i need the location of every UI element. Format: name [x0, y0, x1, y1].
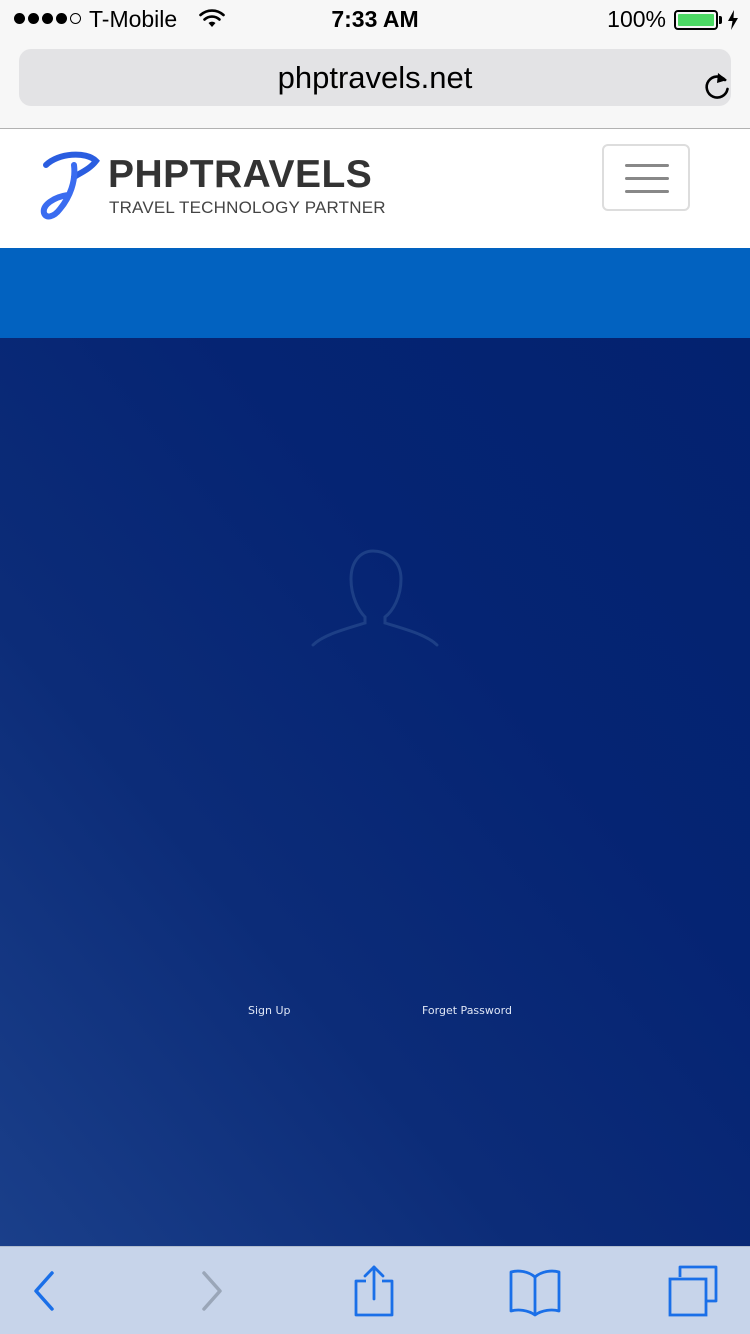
- browser-toolbar: [0, 1246, 750, 1334]
- back-icon[interactable]: [28, 1265, 58, 1317]
- forget-password-link[interactable]: Forget Password: [422, 1004, 512, 1017]
- bookmarks-icon[interactable]: [508, 1265, 562, 1317]
- hamburger-menu-button[interactable]: [602, 144, 690, 211]
- logo-tagline: TRAVEL TECHNOLOGY PARTNER: [109, 198, 386, 217]
- share-icon[interactable]: [352, 1265, 396, 1317]
- tabs-icon[interactable]: [666, 1265, 722, 1317]
- screen: T-Mobile 7:33 AM 100% phptravels.net PHP…: [0, 0, 750, 1334]
- signup-link[interactable]: Sign Up: [248, 1004, 291, 1017]
- login-panel: Sign Up Forget Password: [0, 338, 750, 1246]
- url-text[interactable]: phptravels.net: [19, 60, 731, 96]
- battery-nub: [719, 16, 722, 24]
- browser-url-bar: phptravels.net: [0, 40, 750, 129]
- hero-stripe: [0, 248, 750, 338]
- url-field[interactable]: phptravels.net: [19, 49, 731, 106]
- site-header: PHPTRAVELS TRAVEL TECHNOLOGY PARTNER: [0, 129, 750, 248]
- reload-icon[interactable]: [703, 71, 731, 101]
- status-bar: T-Mobile 7:33 AM 100%: [0, 0, 750, 40]
- hamburger-menu-icon: [625, 164, 669, 167]
- logo-name[interactable]: PHPTRAVELS: [108, 153, 372, 197]
- charging-bolt-icon: [728, 10, 738, 30]
- user-avatar-icon: [311, 549, 439, 647]
- logo-icon[interactable]: [40, 151, 100, 223]
- battery-fill: [678, 14, 714, 26]
- battery-icon: [674, 10, 718, 30]
- forward-icon[interactable]: [196, 1265, 226, 1317]
- hamburger-menu-icon: [625, 177, 669, 180]
- hamburger-menu-icon: [625, 190, 669, 193]
- battery-percent: 100%: [607, 6, 666, 32]
